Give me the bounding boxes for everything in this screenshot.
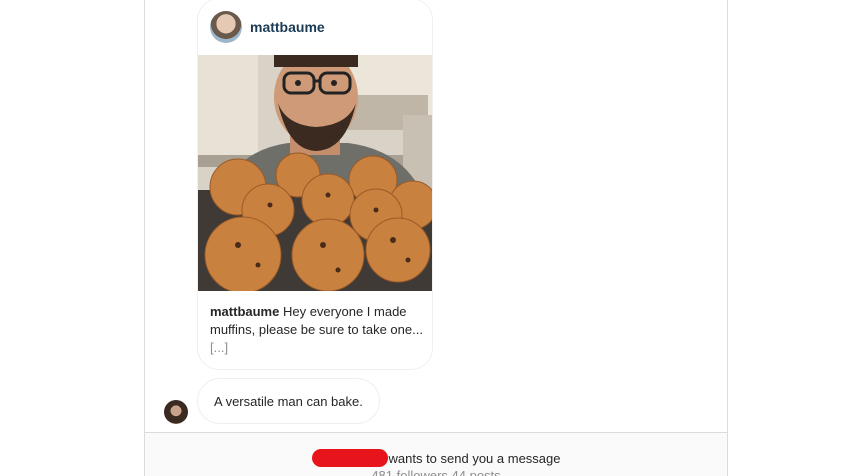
sender-avatar[interactable]	[164, 400, 188, 424]
caption-more-link[interactable]: [...]	[210, 340, 228, 355]
post-caption: mattbaume Hey everyone I made muffins, p…	[210, 303, 424, 357]
redacted-username	[311, 449, 388, 467]
caption-username[interactable]: mattbaume	[210, 304, 279, 319]
dm-thread: mattbaume mattbaume Hey everyone I made …	[0, 0, 846, 476]
message-request-bar: wants to send you a message 481 follower…	[145, 432, 727, 476]
post-author-avatar[interactable]	[210, 11, 242, 43]
message-bubble[interactable]: A versatile man can bake.	[197, 378, 380, 424]
post-author-username[interactable]: mattbaume	[250, 19, 325, 35]
left-divider	[144, 0, 145, 476]
message-text: A versatile man can bake.	[214, 393, 363, 409]
request-stats: 481 followers 44 posts	[371, 468, 501, 476]
message-row: A versatile man can bake.	[164, 378, 380, 424]
post-photo-graphic	[198, 55, 432, 291]
post-photo[interactable]	[198, 55, 432, 291]
post-header[interactable]: mattbaume	[210, 11, 325, 43]
shared-post-card[interactable]: mattbaume mattbaume Hey everyone I made …	[197, 0, 433, 370]
request-message: wants to send you a message	[388, 451, 561, 466]
right-divider	[727, 0, 728, 476]
request-line: wants to send you a message	[145, 449, 727, 467]
